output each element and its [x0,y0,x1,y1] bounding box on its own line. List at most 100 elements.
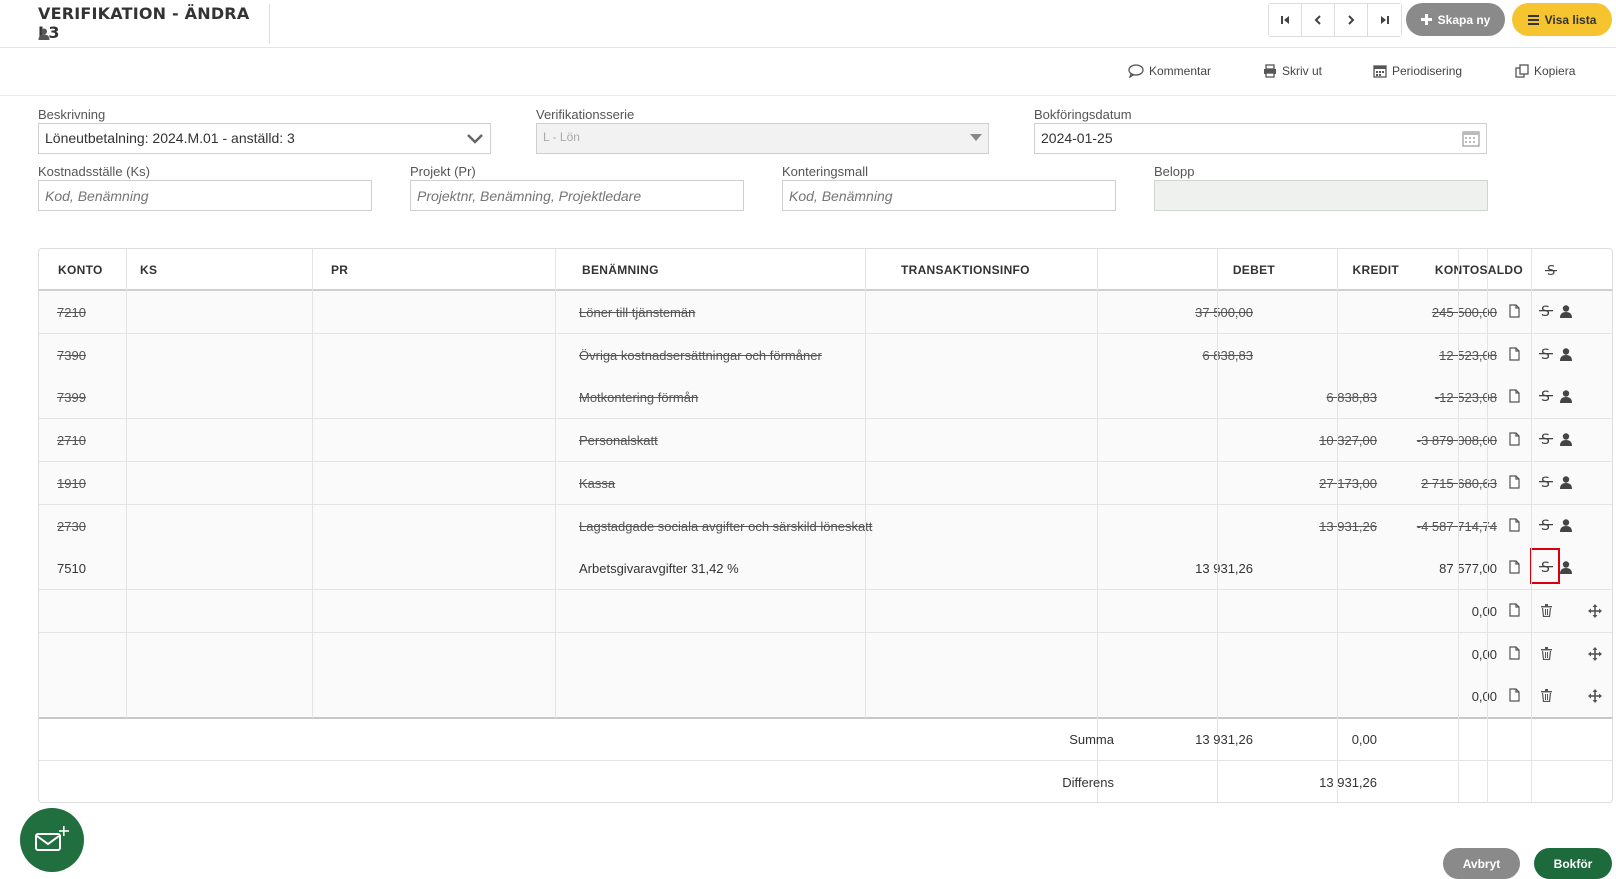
konto-cell: 7399 [57,390,86,406]
table-row[interactable]: 0,00 [39,675,1612,719]
trash-icon[interactable] [1541,689,1552,703]
comment-button[interactable]: Kommentar [1128,64,1211,78]
user-icon[interactable] [1560,305,1572,318]
strikethrough-icon[interactable]: S [1539,388,1553,405]
comment-icon [1128,64,1144,78]
accrual-label: Periodisering [1392,64,1463,78]
previous-record-button[interactable] [1302,4,1335,36]
konto-cell: 1910 [57,475,86,491]
table-row[interactable]: 0,00 [39,589,1612,633]
trash-icon[interactable] [1541,646,1552,660]
new-message-button[interactable] [20,808,84,872]
strikethrough-icon[interactable]: S [1539,303,1553,320]
difference-label: Differens [1062,775,1114,790]
description-select[interactable]: Löneutbetalning: 2024.M.01 - anställd: 3 [38,123,491,154]
highlighted-strikethrough-target [1530,548,1560,585]
amount-label: Belopp [1154,164,1195,179]
user-icon[interactable] [1560,476,1572,489]
description-value: Löneutbetalning: 2024.M.01 - anställd: 3 [45,130,295,146]
kontosaldo-cell: 87 577,00 [1439,561,1497,577]
strikethrough-icon[interactable]: S [1539,474,1553,491]
template-input[interactable] [782,180,1116,211]
benamning-cell: Lagstadgade sociala avgifter och särskil… [579,518,873,534]
series-label: Verifikationsserie [536,107,635,122]
sum-kredit: 0,00 [1351,732,1377,747]
project-input[interactable] [410,180,744,211]
copy-button[interactable]: Kopiera [1515,64,1575,78]
table-row[interactable]: 7210 Löner till tjänstemän 37 500,00 245 50… [39,291,1612,334]
document-icon[interactable] [1509,645,1520,660]
kontosaldo-cell: 0,00 [1471,603,1497,619]
date-input[interactable]: 2024-01-25 [1034,123,1487,154]
table-row[interactable]: 7390 Övriga kostnadsersättningar och förm… [39,333,1612,377]
next-record-button[interactable] [1335,4,1368,36]
move-icon[interactable] [1588,603,1602,618]
document-icon[interactable] [1509,517,1520,532]
document-icon[interactable] [1509,347,1520,361]
document-icon[interactable] [1509,603,1520,617]
table-row[interactable]: 2730 Lagstadgade sociala avgifter och sär… [39,504,1612,548]
user-icon[interactable] [1560,390,1572,404]
debet-cell [1131,633,1253,676]
document-icon[interactable] [1509,560,1520,574]
difference-kredit: 13 931,26 [1319,775,1377,790]
trash-icon[interactable] [1541,603,1552,617]
konto-cell [57,633,127,676]
sum-row: Summa 13 931,26 0,00 [39,718,1612,761]
document-icon[interactable] [1509,475,1520,489]
user-icon[interactable] [1560,347,1572,361]
date-value: 2024-01-25 [1041,130,1113,146]
user-icon[interactable] [1560,518,1572,532]
book-button[interactable]: Bokför [1534,848,1612,879]
template-label: Konteringsmall [782,164,868,179]
column-divider [312,249,313,718]
move-icon[interactable] [1588,646,1602,661]
table-row[interactable]: 7510 Arbetsgivaravgifter 31,42 % 13 931,26… [39,547,1612,591]
create-new-label: Skapa ny [1437,12,1491,27]
create-new-button[interactable]: Skapa ny [1406,3,1505,36]
move-icon[interactable] [1588,689,1602,704]
user-icon[interactable] [1560,433,1572,447]
benamning-cell: Motkontering förmån [579,390,699,406]
kontosaldo-cell: 245 500,00 [1431,305,1497,320]
header-pr: PR [331,263,349,277]
table-row[interactable]: 2710 Personalskatt 10 327,00 -3 879 008,00 S [39,419,1612,463]
strikethrough-icon[interactable]: S [1539,431,1553,448]
sum-debet: 13 931,26 [1195,732,1253,747]
last-icon [1380,16,1389,24]
last-record-button[interactable] [1368,4,1401,36]
strikethrough-icon[interactable]: S [1539,517,1553,534]
print-label: Skriv ut [1282,64,1323,78]
kredit-cell [1255,334,1377,377]
document-icon[interactable] [1509,432,1520,446]
cancel-button[interactable]: Avbryt [1443,848,1520,879]
date-label: Bokföringsdatum [1034,107,1132,122]
show-list-button[interactable]: Visa lista [1512,3,1612,36]
kredit-cell: 13 931,26 [1319,518,1377,534]
kredit-cell: 6 838,83 [1326,390,1377,406]
debet-cell [1131,376,1253,419]
list-icon [1527,14,1539,25]
strikethrough-icon[interactable]: S [1539,346,1553,363]
first-record-button[interactable] [1269,4,1302,36]
sum-label: Summa [1069,732,1114,747]
debet-cell [1131,462,1253,505]
document-icon[interactable] [1509,688,1520,702]
benamning-cell: Löner till tjänstemän [579,305,696,320]
document-icon[interactable] [1509,389,1520,403]
ks-input[interactable] [38,180,372,211]
table-row[interactable]: 0,00 [39,632,1612,676]
document-icon[interactable] [1509,304,1520,318]
kontosaldo-cell: 0,00 [1471,689,1497,705]
konto-cell: 7510 [57,561,86,577]
benamning-cell [579,590,879,633]
series-select: L - Lön [536,123,989,154]
user-icon[interactable] [1560,561,1572,575]
header-benamning: BENÄMNING [582,263,659,277]
caret-down-icon [970,134,982,141]
table-row[interactable]: 7399 Motkontering förmån 6 838,83 -12 523,0… [39,376,1612,420]
accrual-button[interactable]: Periodisering [1373,64,1462,78]
print-button[interactable]: Skriv ut [1263,64,1322,78]
table-row[interactable]: 1910 Kassa 27 173,00 2 715 680,63 S [39,461,1612,505]
calendar-icon[interactable] [1462,130,1480,147]
